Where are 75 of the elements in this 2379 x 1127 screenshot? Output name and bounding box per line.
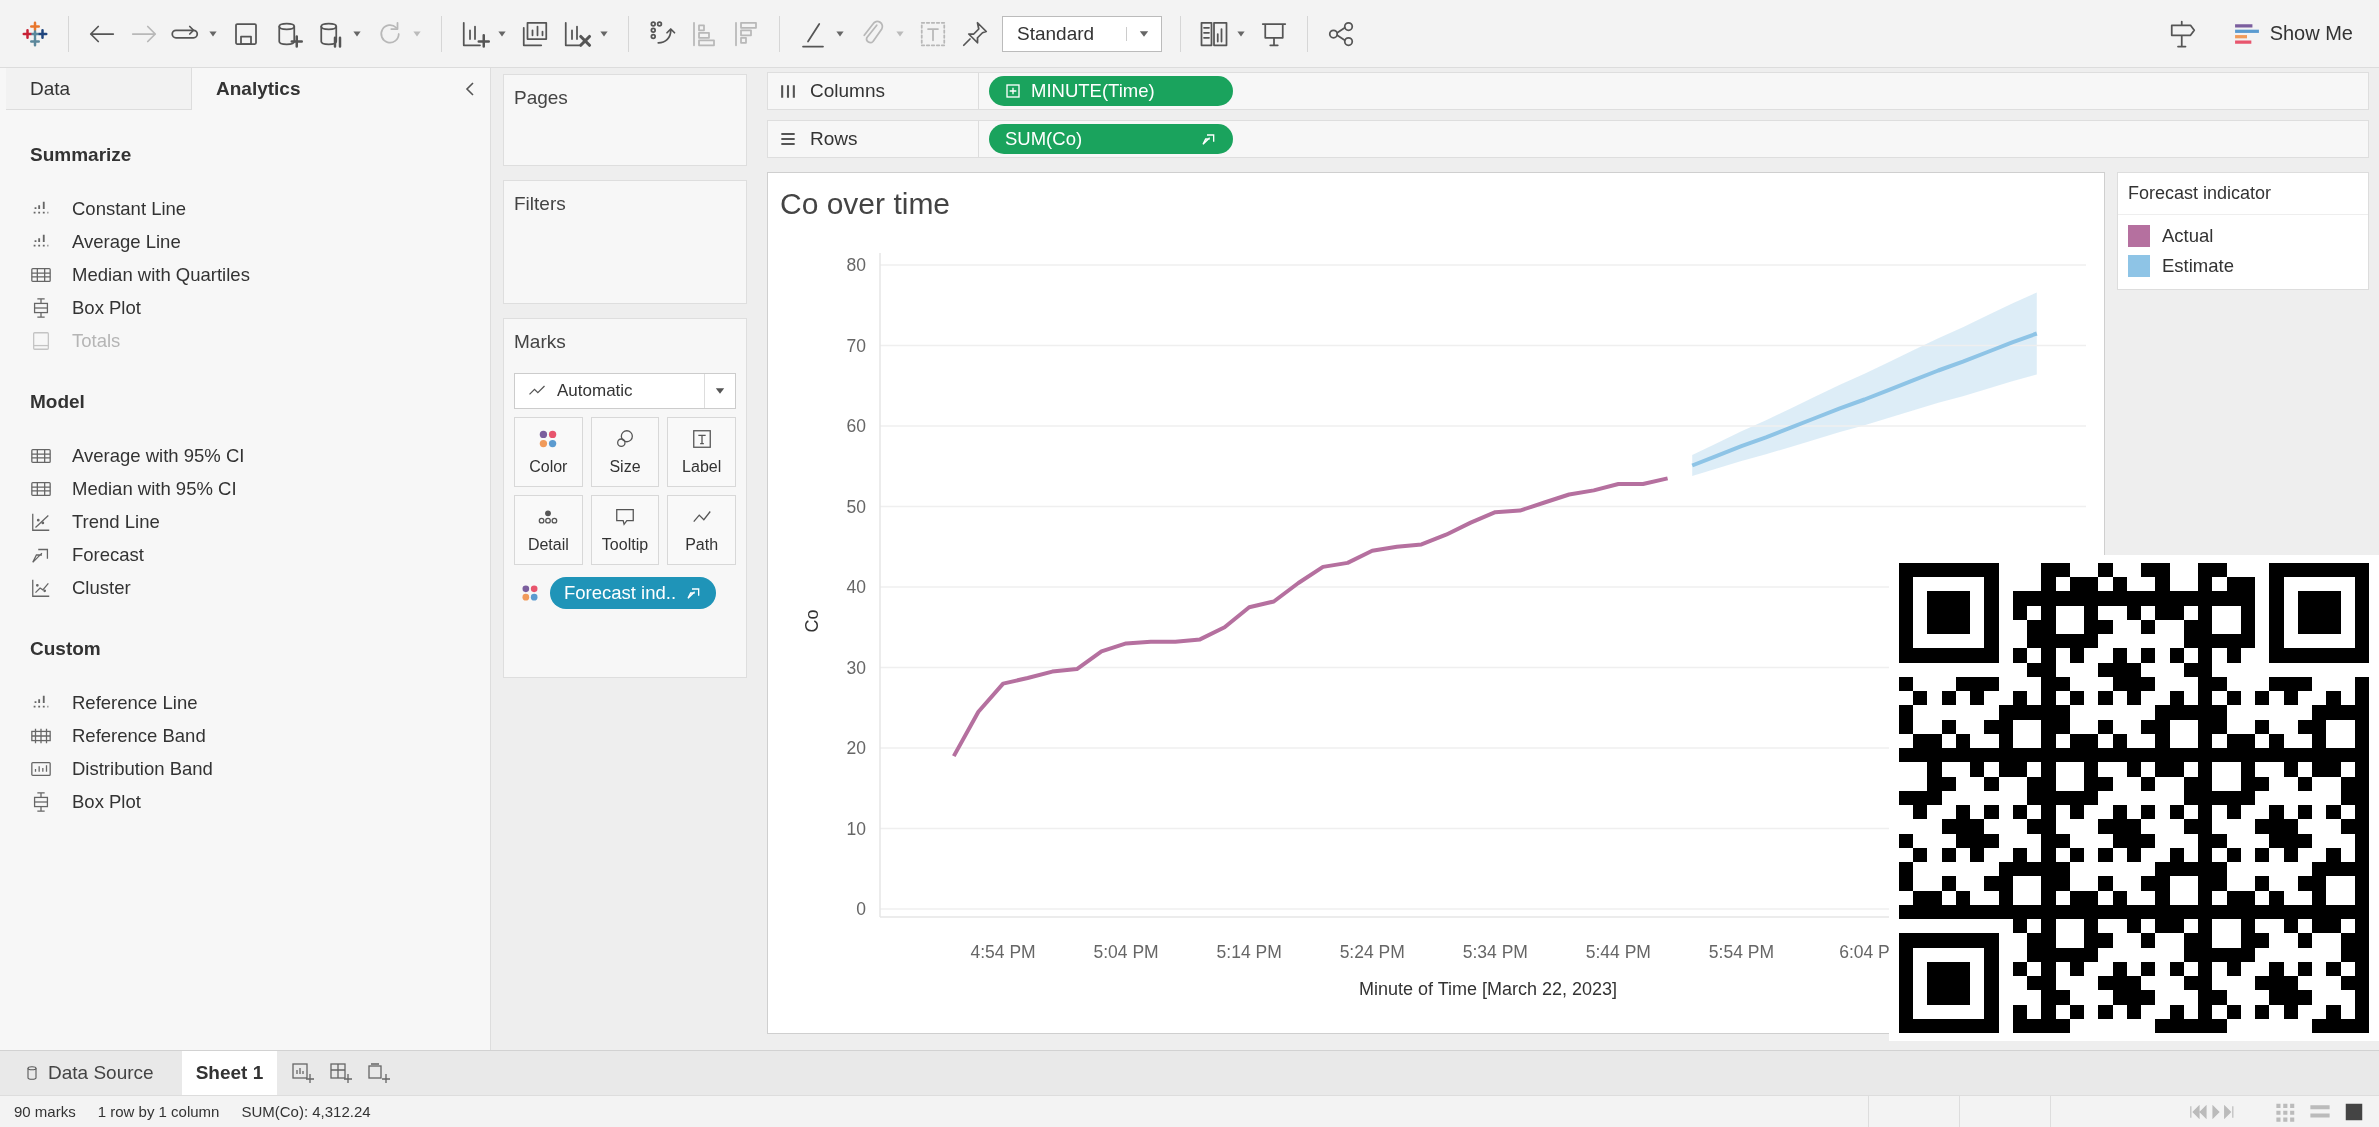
analytics-item[interactable]: Reference Band [72,724,206,747]
y-axis-title: Co [802,609,822,633]
mark-property-button[interactable]: Tooltip [590,495,660,565]
analytics-item[interactable]: Median with Quartiles [72,263,250,286]
x-tick-label: 4:54 PM [970,942,1036,962]
status-text: SUM(Co): 4,312.24 [241,1103,371,1120]
legend-title: Forecast indicator [2118,173,2368,215]
y-tick-label: 50 [846,496,866,517]
mark-property-button[interactable]: Label [667,417,736,487]
legend-label: Actual [2162,225,2214,247]
field-pill[interactable]: Forecast ind.. [550,577,717,609]
mark-property-button[interactable]: Color [514,417,583,487]
analytics-item[interactable]: Distribution Band [72,757,213,780]
sheet-tab[interactable]: Data Source [10,1051,168,1095]
card-title: Filters [514,193,567,215]
y-tick-label: 10 [846,818,866,839]
y-tick-label: 30 [846,657,866,678]
status-text: 90 marks [14,1103,76,1120]
plus-square-icon [1005,83,1021,99]
show-me-icon [2233,22,2260,45]
y-tick-label: 40 [846,577,866,598]
analytics-item[interactable]: Average with 95% CI [72,444,245,467]
card-title: Marks [514,331,567,353]
x-tick-label: 5:24 PM [1339,942,1405,962]
y-tick-label: 80 [846,255,866,276]
card-title: Pages [514,87,569,109]
x-tick-label: 5:04 PM [1093,942,1159,962]
speech-bubble-icon [614,506,636,528]
x-tick-label: 5:54 PM [1708,942,1774,962]
status-text: 1 row by 1 column [97,1103,220,1120]
analytics-item[interactable]: Cluster [72,576,131,599]
database-icon [24,1064,40,1082]
mark-type-dropdown[interactable]: Automatic [514,373,736,409]
x-tick-label: 6:04 P [1839,942,1890,962]
square-icon [30,329,52,352]
analytics-item[interactable]: Forecast [72,543,144,566]
y-tick-label: 60 [846,416,866,437]
analytics-item[interactable]: Reference Line [72,691,198,714]
collapse-icon[interactable] [464,81,476,97]
mark-property-button[interactable]: Detail [514,495,583,565]
analytics-item[interactable]: Average Line [72,230,181,253]
analytics-item[interactable]: Box Plot [72,296,141,319]
x-tick-label: 5:34 PM [1462,942,1528,962]
fit-value: Standard [1017,22,1096,45]
y-tick-label: 0 [856,899,866,919]
new-dashboard-icon[interactable] [329,1061,354,1085]
show-me-button[interactable]: Show Me [2227,18,2359,49]
chart-title: Co over time [779,186,952,222]
mark-property-button[interactable]: Size [590,417,660,487]
section-title: Model [30,391,86,413]
section-title: Custom [30,638,102,660]
section-title: Summarize [30,144,133,166]
mark-property-button[interactable]: Path [667,495,736,565]
sheet-tab[interactable]: Sheet 1 [181,1051,278,1095]
x-axis-title: Minute of Time [March 22, 2023] [1358,979,1618,999]
x-tick-label: 5:14 PM [1216,942,1282,962]
shelf-label: Rows [810,128,858,150]
analytics-item[interactable]: Constant Line [72,197,187,220]
x-tick-label: 5:44 PM [1585,942,1651,962]
shelf-label: Columns [810,80,885,102]
analytics-item[interactable]: Median with 95% CI [72,477,237,500]
mark-type-value: Automatic [557,381,634,401]
y-tick-label: 70 [846,335,866,356]
fit-dropdown[interactable]: Standard [1002,15,1162,52]
size-circles-icon [614,428,636,450]
new-worksheet-icon[interactable] [291,1061,316,1085]
panel-tab[interactable]: Data [6,68,192,110]
color-dots-icon [520,583,540,603]
y-tick-label: 20 [846,738,866,758]
new-story-icon[interactable] [367,1061,392,1085]
forecast-arrow-icon [1201,131,1217,147]
analytics-item[interactable]: Trend Line [72,510,160,533]
text-label-icon [690,428,713,450]
analytics-item[interactable]: Box Plot [72,790,141,813]
legend-label: Estimate [2162,255,2234,277]
